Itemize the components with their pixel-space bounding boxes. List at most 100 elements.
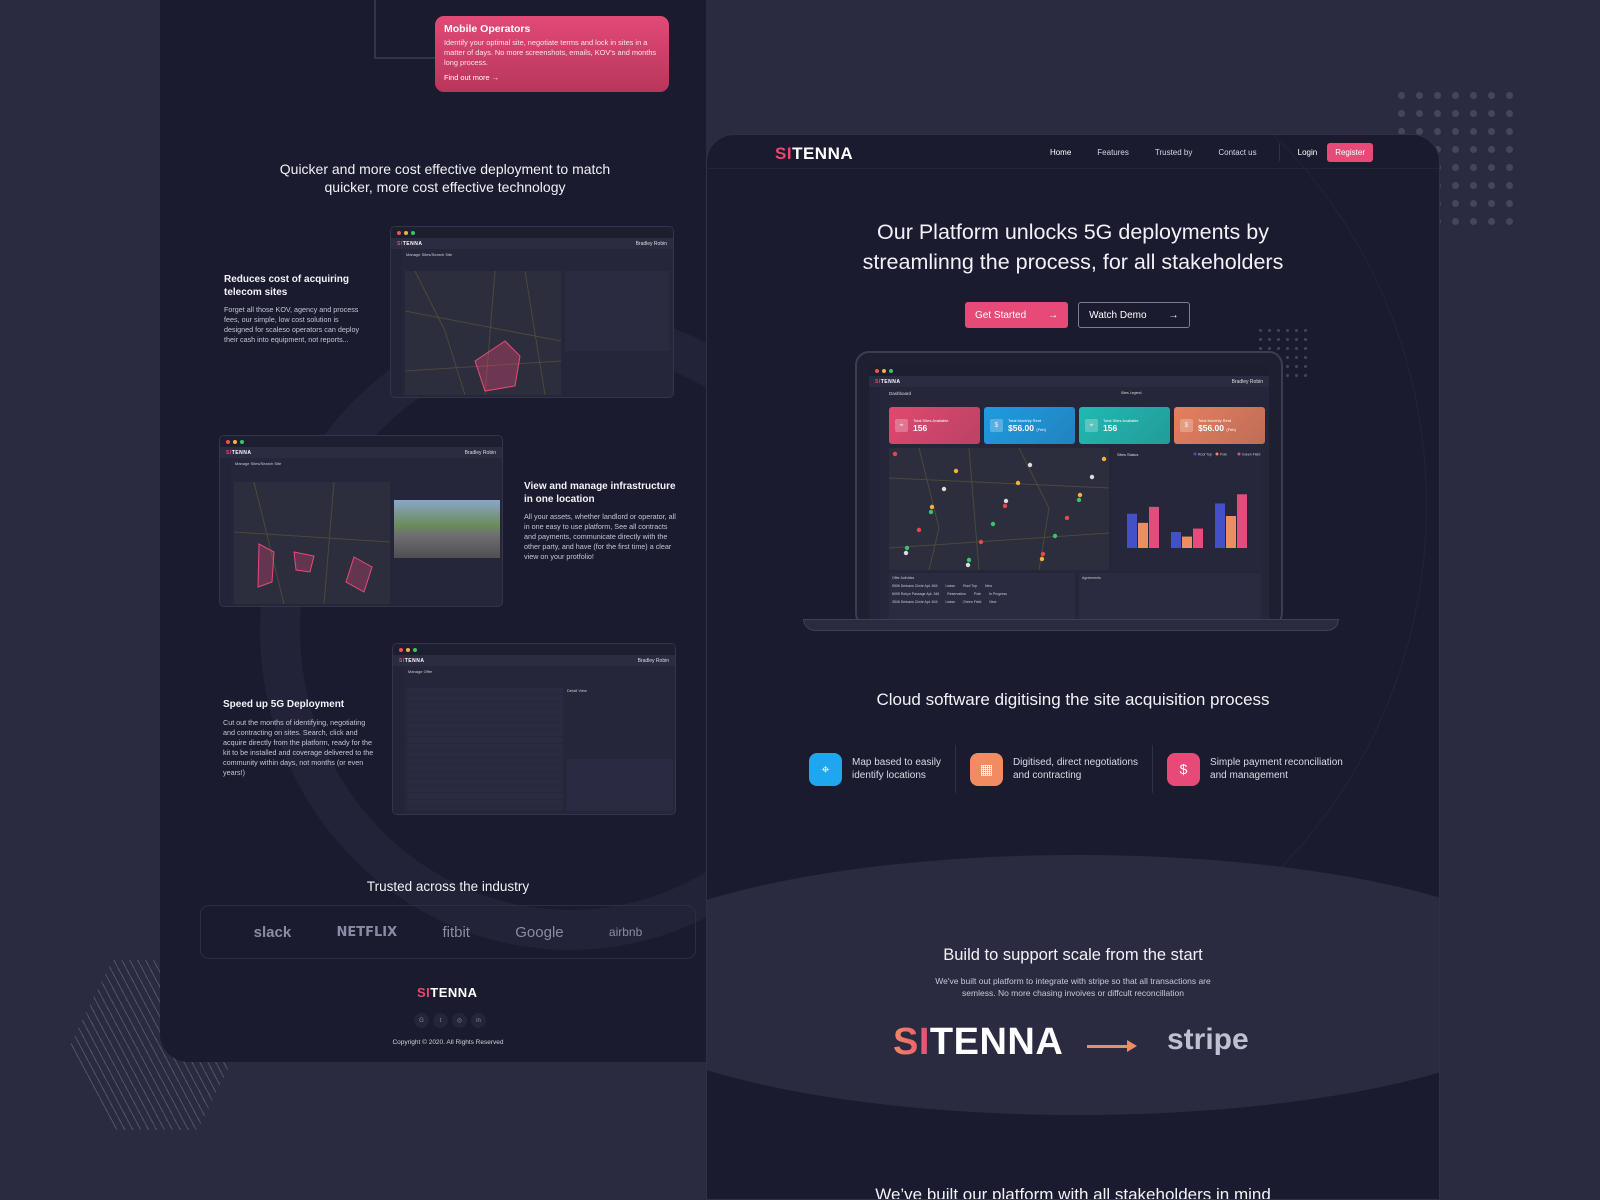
arrow-right-icon: → xyxy=(1168,309,1179,321)
site-status-chart: Roof Top Pole Green Field xyxy=(1127,452,1260,548)
legend-marker xyxy=(1215,452,1219,456)
stat-card: ⌖ Total Sites Available 156 xyxy=(889,407,980,444)
map-pin xyxy=(1040,551,1046,557)
map-pin xyxy=(1077,492,1083,498)
map-pin xyxy=(1039,556,1045,562)
linkedin-icon[interactable]: in xyxy=(471,1013,486,1028)
card-title: Mobile Operators xyxy=(444,23,531,35)
map-pin xyxy=(928,509,934,515)
get-started-button[interactable]: Get Started → xyxy=(965,302,1069,328)
slack-logo: slack xyxy=(253,923,292,941)
cloud-feature-map: ⌖ Map based to easily identify locations xyxy=(795,752,955,786)
map-pin xyxy=(904,545,910,551)
footer-social: G t ◎ in xyxy=(410,1013,490,1028)
map-pin xyxy=(1027,462,1033,468)
google-logo: Google xyxy=(515,923,564,941)
connector-line xyxy=(374,0,435,59)
legend-marker xyxy=(1237,452,1241,456)
map-pin xyxy=(929,504,935,510)
feature-view-manage: View and manage infrastructure in one lo… xyxy=(524,481,676,561)
watch-demo-button[interactable]: Watch Demo → xyxy=(1078,302,1190,328)
map-pin xyxy=(1052,533,1058,539)
footer-logo: SITENNA xyxy=(417,985,478,1000)
agreements-title: Agreements xyxy=(1082,576,1101,580)
cloud-feature-payment: $ Simple payment reconciliation and manage… xyxy=(1153,752,1357,786)
chart-bar xyxy=(1149,506,1159,548)
twitter-icon[interactable]: t xyxy=(433,1013,448,1028)
hero-title: Our Platform unlocks 5G deployments by s… xyxy=(862,220,1284,274)
nav-trusted-by[interactable]: Trusted by xyxy=(1155,148,1193,157)
register-button[interactable]: Register xyxy=(1327,142,1373,162)
dashboard-laptop-mockup: SITENNA Bradley Robin Dashboard Sites Leg… xyxy=(855,351,1283,627)
map-pin xyxy=(978,539,984,545)
map-pin xyxy=(903,550,909,556)
top-nav: SITENNA Home Features Trusted by Contact… xyxy=(707,135,1439,169)
sitenna-large-logo: SITENNA xyxy=(893,1021,1064,1063)
stakeholders-title: We’ve built our platform with all stakeh… xyxy=(875,1185,1271,1200)
grid-icon: ▦ xyxy=(969,752,1003,786)
chart-bar xyxy=(1193,528,1203,548)
screenshot-manage-sites: SITENNA Bradley Robin Manage Sites/Search… xyxy=(219,435,503,607)
dashboard-map xyxy=(889,448,1109,570)
map-pin xyxy=(1015,480,1021,486)
chart-bar xyxy=(1215,503,1225,548)
laptop-base xyxy=(803,619,1339,631)
map-pin xyxy=(965,562,971,568)
copyright: Copyright © 2020. All Rights Reserved xyxy=(392,1039,504,1046)
map-pin xyxy=(1089,474,1095,480)
brand-logo[interactable]: SITENNA xyxy=(775,144,853,164)
map-pin xyxy=(1064,515,1070,521)
map-pin xyxy=(953,468,959,474)
trusted-title: Trusted across the industry xyxy=(366,879,530,894)
pin-icon: ⌖ xyxy=(1085,419,1098,432)
legend-label: Roof Top xyxy=(1198,453,1212,457)
map-pin xyxy=(941,486,947,492)
table-row[interactable]: 6095 Robyn Passage Apt. 346 Reservation Po… xyxy=(892,592,1072,596)
nav-home[interactable]: Home xyxy=(1050,148,1071,157)
feature-reduce-cost: Reduces cost of acquiring telecom sites … xyxy=(224,274,360,344)
map-pin-icon: ⌖ xyxy=(809,752,842,786)
offer-activities-title: Offer Activities xyxy=(892,576,915,580)
nav-contact-us[interactable]: Contact us xyxy=(1218,148,1256,157)
chart-bar xyxy=(1127,513,1137,548)
airbnb-logo: airbnb xyxy=(608,925,643,939)
find-out-more-link[interactable]: Find out more → xyxy=(444,73,660,82)
netflix-logo: NETFLIX xyxy=(336,924,398,940)
scale-text: We've built out platform to integrate wi… xyxy=(935,976,1211,998)
payment-hand-icon: $ xyxy=(1167,752,1201,786)
map-pin xyxy=(966,557,972,563)
money-icon: $ xyxy=(990,419,1003,432)
arrow-right-icon: → xyxy=(1048,309,1059,321)
cloud-title: Cloud software digitising the site acqui… xyxy=(876,690,1270,709)
map-pin xyxy=(1076,497,1082,503)
chart-bar xyxy=(1237,494,1247,548)
chart-bar xyxy=(1226,516,1236,548)
legend-marker xyxy=(1193,452,1197,456)
map-pin xyxy=(916,527,922,533)
map-pin xyxy=(1101,456,1107,462)
stat-card: $ Total Monthly Rent $56.00 (Feb) xyxy=(1174,407,1265,444)
cloud-feature-negotiation: ▦ Digitised, direct negotiations and contr… xyxy=(956,752,1152,786)
map-pin xyxy=(892,451,898,457)
pin-icon: ⌖ xyxy=(895,419,908,432)
legend-label: Pole xyxy=(1220,453,1227,457)
money-icon: $ xyxy=(1180,419,1193,432)
table-row[interactable]: 5506 Derkans Circle Apt. 664 Lease Roof To… xyxy=(892,584,1072,588)
table-row[interactable]: 3546 Derkans Circle Apt. 604 Lease Green F… xyxy=(892,600,1072,604)
arrow-right-icon: → xyxy=(491,73,500,82)
chart-bar xyxy=(1138,522,1148,548)
legend-label: Green Field xyxy=(1242,453,1260,457)
chart-bar xyxy=(1171,532,1181,548)
scale-title: Build to support scale from the start xyxy=(943,946,1203,964)
screenshot-manage-offer: SITENNA Bradley Robin Manage Offer Detail… xyxy=(392,643,676,815)
google-icon[interactable]: G xyxy=(414,1013,429,1028)
card-text: Identify your optimal site, negotiate te… xyxy=(444,38,657,67)
stat-card: $ Total Monthly Rent $56.00 (Feb) xyxy=(984,407,1075,444)
cloud-features: ⌖ Map based to easily identify locations ▦… xyxy=(795,745,1357,793)
map-pin xyxy=(1002,503,1008,509)
instagram-icon[interactable]: ◎ xyxy=(452,1013,467,1028)
stripe-logo: stripe xyxy=(1167,1023,1249,1056)
login-link[interactable]: Login xyxy=(1298,148,1318,157)
nav-features[interactable]: Features xyxy=(1097,148,1129,157)
street-view-photo xyxy=(394,500,500,558)
